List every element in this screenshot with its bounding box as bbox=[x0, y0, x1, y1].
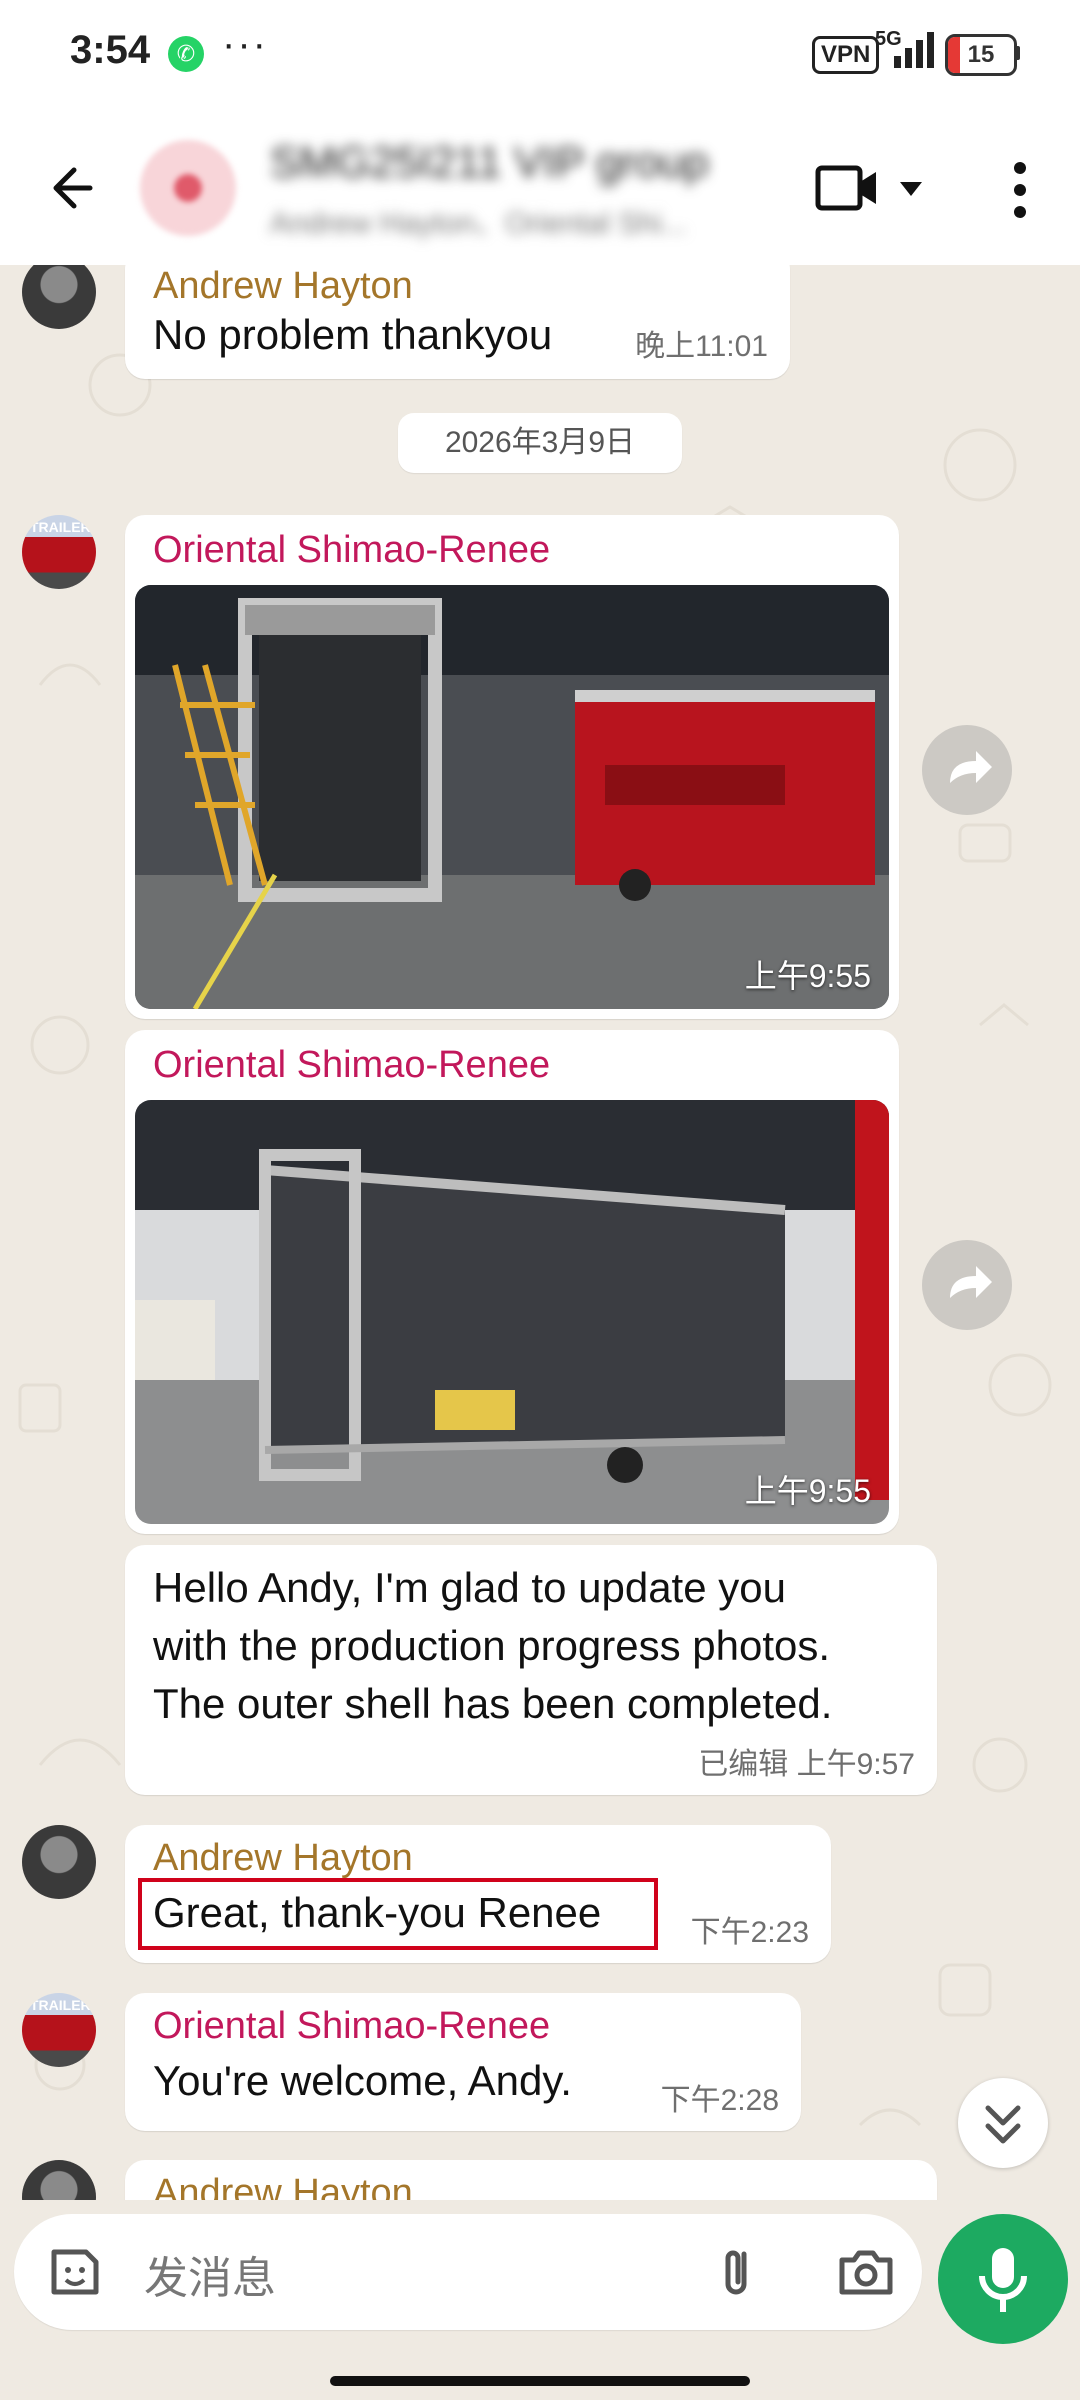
sender-name[interactable]: Oriental Shimao-Renee bbox=[153, 529, 550, 572]
message-text: No problem thankyou bbox=[153, 311, 553, 358]
message-text: Hello Andy, I'm glad to update you with … bbox=[153, 1559, 832, 1733]
whatsapp-icon: ✆ bbox=[168, 36, 204, 72]
status-time: 3:54 bbox=[70, 28, 151, 72]
message-time: 晚上11:01 bbox=[635, 330, 768, 363]
message-time: 下午2:28 bbox=[660, 2084, 779, 2117]
video-call-icon[interactable] bbox=[810, 158, 934, 218]
message-line: Hello Andy, I'm glad to update you bbox=[153, 1564, 786, 1611]
message-bubble[interactable]: Oriental Shimao-Renee 上午9:55 bbox=[125, 1030, 899, 1534]
vpn-badge: VPN bbox=[812, 36, 880, 74]
date-divider: 2026年3月9日 bbox=[398, 413, 682, 473]
photo-attachment[interactable]: 上午9:55 bbox=[135, 585, 889, 1009]
message-time: 已编辑 上午9:57 bbox=[698, 1748, 915, 1781]
composer-bar: 发消息 bbox=[0, 2200, 1080, 2400]
message-line: with the production progress photos. bbox=[153, 1622, 831, 1669]
message-input[interactable]: 发消息 bbox=[14, 2214, 922, 2330]
notification-dots: ··· bbox=[222, 22, 268, 66]
forward-icon[interactable] bbox=[922, 725, 1012, 815]
group-avatar[interactable] bbox=[140, 140, 236, 236]
message-time: 下午2:23 bbox=[690, 1916, 809, 1949]
sender-name[interactable]: Andrew Hayton bbox=[153, 265, 413, 308]
status-bar: 3:54 ✆ ··· VPN 5G 15 bbox=[0, 0, 1080, 110]
sender-name[interactable]: Andrew Hayton bbox=[153, 1837, 413, 1880]
message-line: The outer shell has been completed. bbox=[153, 1680, 833, 1727]
avatar[interactable]: TRAILER bbox=[22, 515, 96, 589]
group-title[interactable]: SMG25I211 VIP group bbox=[270, 138, 709, 188]
chevron-down-icon bbox=[900, 182, 922, 196]
photo-time: 上午9:55 bbox=[744, 1473, 871, 1509]
message-bubble[interactable]: Hello Andy, I'm glad to update you with … bbox=[125, 1545, 937, 1795]
avatar-badge: TRAILER bbox=[30, 519, 91, 535]
battery-icon: 15 bbox=[945, 34, 1017, 76]
microphone-icon[interactable] bbox=[938, 2214, 1068, 2344]
message-text: You're welcome, Andy. bbox=[153, 2057, 572, 2104]
sender-name[interactable]: Andrew Hayton bbox=[153, 2172, 413, 2200]
camera-icon[interactable] bbox=[834, 2240, 898, 2304]
signal-icon bbox=[894, 32, 934, 68]
photo-attachment[interactable]: 上午9:55 bbox=[135, 1100, 889, 1524]
avatar[interactable]: TRAILER bbox=[22, 1993, 96, 2067]
message-bubble[interactable]: Oriental Shimao-Renee 上午9:55 bbox=[125, 515, 899, 1019]
chat-header: SMG25I211 VIP group Andrew Hayton、Orient… bbox=[0, 110, 1080, 265]
more-vert-icon[interactable] bbox=[990, 150, 1050, 230]
battery-level: 15 bbox=[967, 41, 995, 68]
message-bubble[interactable]: Oriental Shimao-Renee You're welcome, An… bbox=[125, 1993, 801, 2131]
avatar-badge: TRAILER bbox=[30, 1997, 91, 2013]
sender-name[interactable]: Oriental Shimao-Renee bbox=[153, 1044, 550, 1087]
forward-icon[interactable] bbox=[922, 1240, 1012, 1330]
message-bubble[interactable]: Andrew Hayton No problem thankyou 晚上11:0… bbox=[125, 265, 790, 379]
message-placeholder: 发消息 bbox=[144, 2254, 276, 2303]
sticker-icon[interactable] bbox=[44, 2242, 104, 2302]
group-members[interactable]: Andrew Hayton、Oriental Shi... bbox=[270, 198, 687, 242]
home-indicator[interactable] bbox=[330, 2376, 750, 2386]
message-bubble[interactable]: Andrew Hayton bbox=[125, 2160, 937, 2200]
back-arrow-icon[interactable] bbox=[30, 152, 102, 224]
avatar[interactable] bbox=[22, 1825, 96, 1899]
highlight-annotation bbox=[138, 1878, 658, 1950]
trailer-photo bbox=[135, 1100, 889, 1524]
photo-time: 上午9:55 bbox=[744, 958, 871, 994]
paperclip-icon[interactable] bbox=[704, 2240, 768, 2304]
double-chevron-down-icon[interactable] bbox=[958, 2078, 1048, 2168]
trailer-photo bbox=[135, 585, 889, 1009]
sender-name[interactable]: Oriental Shimao-Renee bbox=[153, 2005, 550, 2048]
